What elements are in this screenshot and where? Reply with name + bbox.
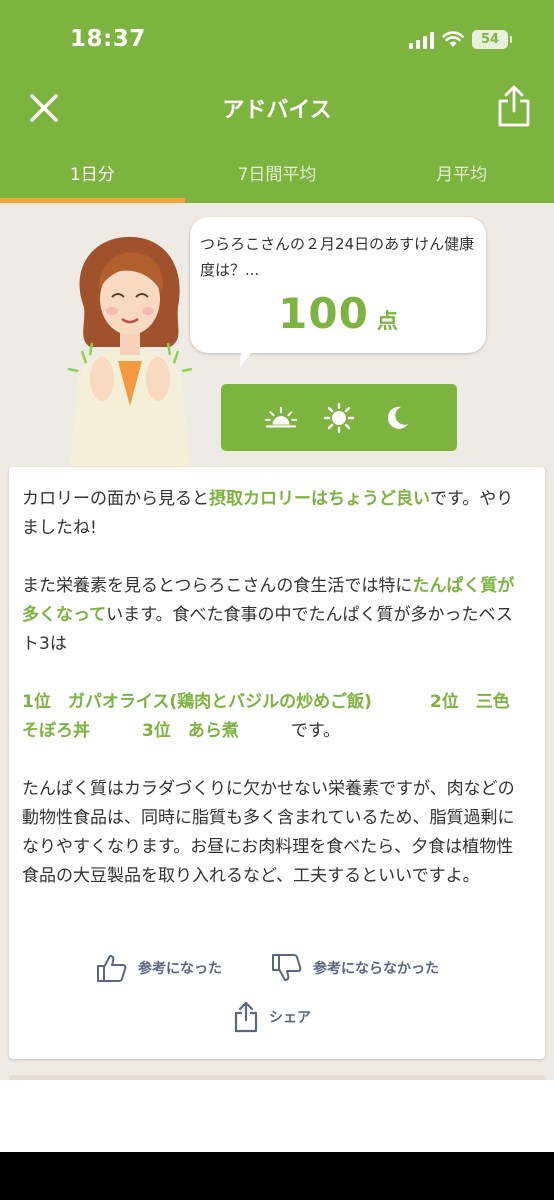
share-icon[interactable] — [496, 84, 532, 128]
health-score-bubble: つらろこさんの２月24日のあすけん健康度は？... 100 点 — [190, 217, 486, 353]
ranking-first: 1位 ガパオライス(鶏肉とバジルの炒めご飯) — [22, 692, 372, 712]
advice-text: カロリーの面から見ると摂取カロリーはちょうど良いです。やりましたね! また栄養素… — [22, 485, 522, 920]
period-tabs: 1日分 7日間平均 月平均 — [0, 140, 554, 203]
not-helpful-button[interactable]: 参考にならなかった — [271, 953, 439, 983]
advisor-avatar — [67, 236, 193, 467]
tab-1day[interactable]: 1日分 — [0, 140, 185, 203]
noon-button[interactable] — [323, 402, 355, 434]
advice-paragraph-calorie: カロリーの面から見ると摂取カロリーはちょうど良いです。やりましたね! — [22, 485, 522, 543]
ranking-third: 3位 あら煮 — [142, 721, 239, 741]
helpful-button[interactable]: 参考になった — [96, 953, 222, 983]
advice-paragraph-tips: たんぱく質はカラダづくりに欠かせない栄養素ですが、肉などの動物性食品は、同時に脂… — [22, 779, 515, 886]
bottom-area — [0, 1080, 554, 1152]
page-title: アドバイス — [222, 98, 332, 123]
morning-button[interactable] — [265, 402, 297, 434]
home-indicator-area — [0, 1152, 554, 1200]
moon-icon — [387, 406, 408, 429]
night-button[interactable] — [381, 402, 413, 434]
wifi-icon — [442, 31, 464, 47]
status-time: 18:37 — [70, 26, 146, 52]
advice-paragraph-ranking: 1位 ガパオライス(鶏肉とバジルの炒めご飯) 2位 三色そぼろ丼 3位 あら煮 です。 — [22, 688, 522, 746]
highlight-calorie: 摂取カロリーはちょうど良い — [209, 489, 430, 509]
app-header: 18:37 54 アドバイス 1日分 7日間平均 月平均 — [0, 0, 554, 203]
score-question: つらろこさんの２月24日のあすけん健康度は？... — [200, 235, 475, 279]
advice-text-segment: カロリーの面から見ると — [22, 489, 209, 509]
tab-7day-average[interactable]: 7日間平均 — [185, 140, 370, 203]
share-icon — [234, 1001, 258, 1033]
helpful-label: 参考になった — [138, 961, 222, 977]
advice-text-segment: です。 — [290, 721, 341, 741]
score-unit: 点 — [376, 309, 398, 333]
share-label: シェア — [269, 1010, 311, 1026]
sun-icon — [323, 402, 355, 433]
battery-indicator: 54 — [472, 30, 512, 49]
tab-monthly-average[interactable]: 月平均 — [369, 140, 554, 203]
share-advice-button[interactable]: シェア — [233, 1001, 311, 1033]
thumbs-down-icon — [272, 954, 302, 981]
advice-card: カロリーの面から見ると摂取カロリーはちょうど良いです。やりましたね! また栄養素… — [9, 467, 545, 1059]
status-bar: 18:37 54 — [0, 0, 554, 80]
health-score: 100 点 — [190, 289, 486, 338]
score-value: 100 — [278, 289, 369, 338]
thumbs-up-icon — [97, 955, 127, 982]
sunrise-icon — [265, 406, 297, 428]
time-of-day-selector — [221, 384, 457, 451]
advice-content: つらろこさんの２月24日のあすけん健康度は？... 100 点 カロリーの面から… — [0, 203, 554, 1115]
advice-text-segment: また栄養素を見るとつらろこさんの食生活では特に — [22, 576, 413, 596]
not-helpful-label: 参考にならなかった — [313, 961, 439, 977]
navbar: アドバイス — [0, 80, 554, 136]
advice-paragraph-protein: また栄養素を見るとつらろこさんの食生活では特にたんぱく質が多くなっています。食べ… — [22, 572, 522, 659]
bubble-tail — [240, 339, 262, 367]
feedback-actions: 参考になった 参考にならなかった シェア — [9, 953, 545, 1033]
signal-icon — [409, 31, 434, 49]
status-icons: 54 — [409, 30, 512, 49]
